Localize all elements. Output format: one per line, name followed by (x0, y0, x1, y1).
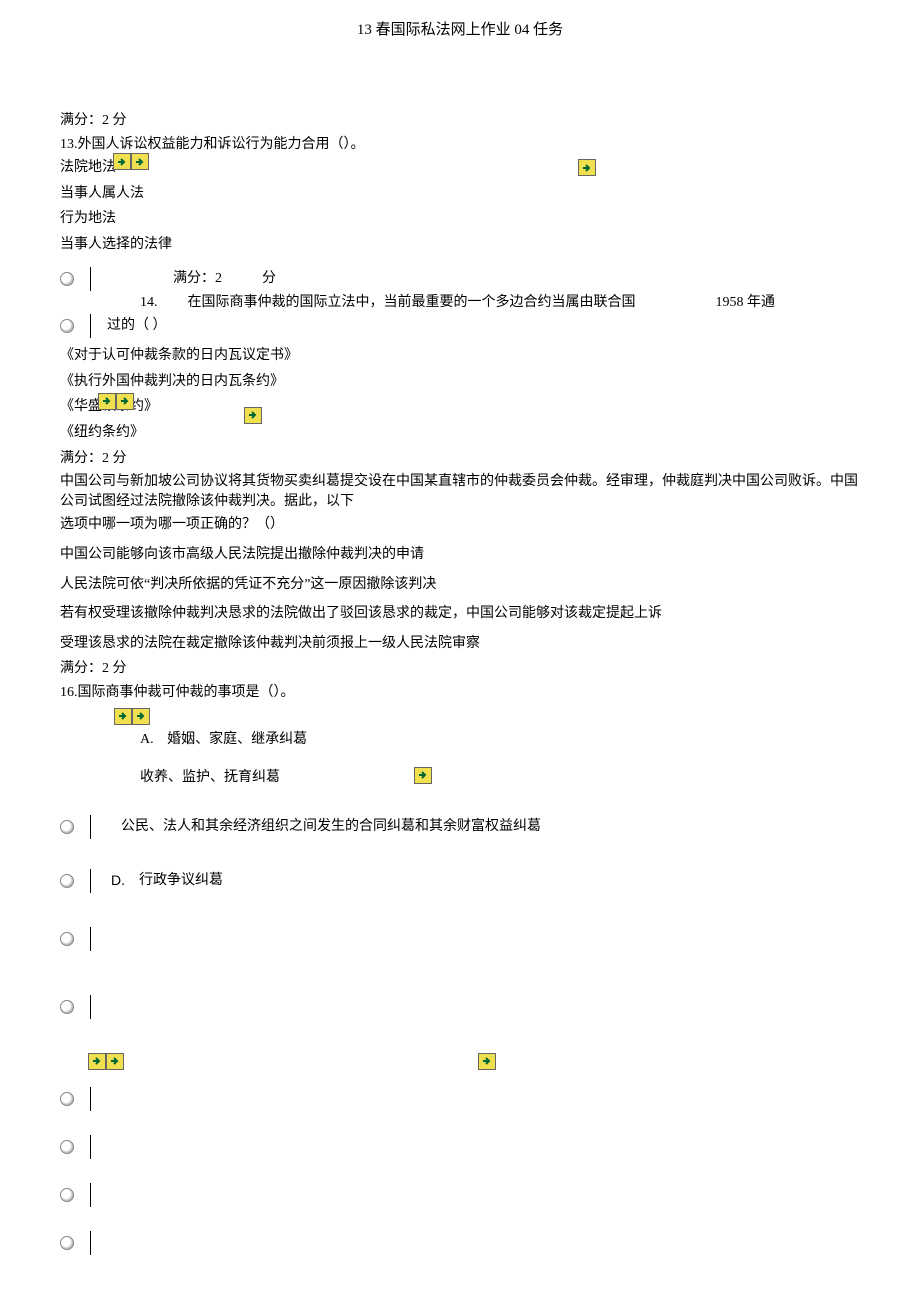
score-text: 满分：2 分 (60, 111, 860, 131)
option: 当事人属人法 (60, 184, 860, 204)
option: A. 婚姻、家庭、继承纠葛 (140, 730, 860, 750)
arrow-icon (116, 393, 134, 410)
radio-empty (60, 915, 860, 963)
arrow-icon (414, 767, 432, 784)
option-text: 婚姻、家庭、继承纠葛 (167, 732, 307, 747)
arrow-icon (244, 407, 262, 424)
radio-icon[interactable] (60, 272, 74, 286)
radio-icon[interactable] (60, 1236, 74, 1250)
question-stem: 过的（ ） (107, 316, 167, 336)
separator (90, 995, 91, 1019)
radio-empty (60, 983, 860, 1031)
question-15: 满分：2 分 中国公司与新加坡公司协议将其货物买卖纠葛提交设在中国某直辖市的仲裁… (60, 449, 860, 654)
option: 《华盛顿条约》 (60, 397, 860, 417)
radio-empty (60, 1179, 860, 1211)
question-stem: 在国际商事仲裁的国际立法中，当前最重要的一个多边合约当属由联合国 (188, 293, 636, 313)
separator (90, 1183, 91, 1207)
icon-row (90, 1051, 860, 1071)
arrow-icon (478, 1053, 496, 1070)
question-stem: 1958 年通 (716, 293, 776, 313)
radio-empty (60, 1227, 860, 1259)
option: 行为地法 (60, 209, 860, 229)
option: 受理该恳求的法院在裁定撤除该仲裁判决前须报上一级人民法院审察 (60, 634, 860, 654)
option: 法院地法 (60, 158, 860, 178)
arrow-icon (98, 393, 116, 410)
option: 当事人选择的法律 (60, 235, 860, 255)
option-row: D. 行政争议纠葛 (60, 857, 860, 905)
arrow-icon (114, 708, 132, 725)
question-13: 满分：2 分 13.外国人诉讼权益能力和诉讼行为能力合用（）。 法院地法 当事人… (60, 111, 860, 255)
separator (90, 869, 91, 893)
question-stem: 中国公司与新加坡公司协议将其货物买卖纠葛提交设在中国某直辖市的仲裁委员会仲裁。经… (60, 472, 860, 511)
separator (90, 267, 91, 291)
question-stem: 选项中哪一项为哪一项正确的？（） (60, 515, 860, 535)
option: 《执行外国仲裁判决的日内瓦条约》 (60, 372, 860, 392)
option: 人民法院可依“判决所依据的凭证不充分”这一原因撤除该判决 (60, 575, 860, 595)
option-text: 行政争议纠葛 (139, 871, 223, 891)
question-number: 14. (140, 293, 158, 313)
separator (90, 1231, 91, 1255)
score-text: 满分：2 分 (60, 449, 860, 469)
question-stem: 13.外国人诉讼权益能力和诉讼行为能力合用（）。 (60, 135, 860, 155)
option: 《纽约条约》 (60, 423, 860, 443)
score-text: 满分：2 (173, 269, 222, 289)
option-text: 公民、法人和其余经济组织之间发生的合同纠葛和其余财富权益纠葛 (121, 817, 541, 837)
radio-icon[interactable] (60, 874, 74, 888)
separator (90, 1087, 91, 1111)
separator (90, 815, 91, 839)
row: 过的（ ） (60, 312, 860, 340)
separator (90, 927, 91, 951)
option: 若有权受理该撤除仲裁判决恳求的法院做出了驳回该恳求的裁定，中国公司能够对该裁定提… (60, 604, 860, 624)
option: 《对于认可仲裁条款的日内瓦议定书》 (60, 346, 860, 366)
radio-empty (60, 1083, 860, 1115)
option: 收养、监护、抚育纠葛 (140, 768, 860, 788)
radio-icon[interactable] (60, 1092, 74, 1106)
option-prefix: A. (140, 732, 154, 747)
option-row: 公民、法人和其余经济组织之间发生的合同纠葛和其余财富权益纠葛 (60, 803, 860, 851)
radio-icon[interactable] (60, 1140, 74, 1154)
radio-icon[interactable] (60, 1188, 74, 1202)
radio-icon[interactable] (60, 1000, 74, 1014)
score-text: 满分：2 分 (60, 659, 860, 679)
separator (90, 1135, 91, 1159)
arrow-icon (131, 153, 149, 170)
radio-icon[interactable] (60, 820, 74, 834)
icon-row (116, 706, 860, 726)
separator (90, 314, 91, 338)
arrow-icon (578, 159, 596, 176)
radio-icon[interactable] (60, 319, 74, 333)
question-14: 满分：2 分 14. 在国际商事仲裁的国际立法中，当前最重要的一个多边合约当属由… (60, 265, 860, 443)
question-stem: 16.国际商事仲裁可仲裁的事项是（）。 (60, 683, 860, 703)
arrow-icon (88, 1053, 106, 1070)
question-16: 满分：2 分 16.国际商事仲裁可仲裁的事项是（）。 A. 婚姻、家庭、继承纠葛… (60, 659, 860, 1259)
arrow-icon (113, 153, 131, 170)
option-text: 收养、监护、抚育纠葛 (140, 770, 280, 785)
page-title: 13 春国际私法网上作业 04 任务 (60, 20, 860, 41)
score-text: 分 (262, 269, 276, 289)
option-prefix: D. (111, 871, 125, 891)
arrow-icon (106, 1053, 124, 1070)
option-text: 法院地法 (60, 160, 116, 175)
radio-icon[interactable] (60, 932, 74, 946)
radio-empty (60, 1131, 860, 1163)
arrow-icon (132, 708, 150, 725)
row: 满分：2 分 (60, 265, 860, 293)
option: 中国公司能够向该市高级人民法院提出撤除仲裁判决的申请 (60, 545, 860, 565)
